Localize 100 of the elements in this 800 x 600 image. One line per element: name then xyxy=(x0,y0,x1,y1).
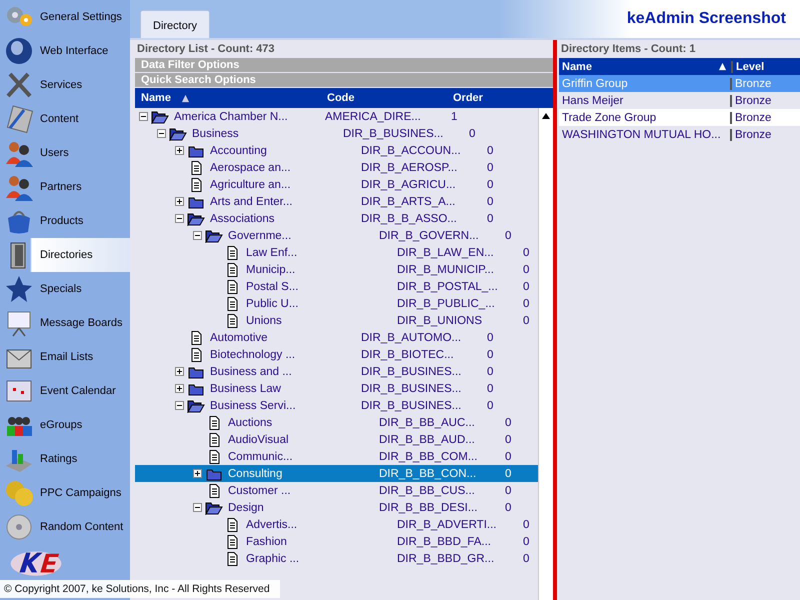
sidebar-item[interactable]: Event Calendar xyxy=(0,374,130,408)
table-cell-text: Bronze xyxy=(734,94,772,106)
open-folder-icon xyxy=(205,228,223,242)
collapse-icon[interactable] xyxy=(175,401,184,410)
tree-item-name: Customer ... xyxy=(227,484,291,496)
tree-item-name: Law Enf... xyxy=(245,246,298,258)
tree-row[interactable]: Auctions DIR_B_BB_AUC... 0 xyxy=(135,414,538,431)
tree-row[interactable]: America Chamber N... AMERICA_DIRE... 1 xyxy=(135,108,538,125)
tree-row[interactable]: Accounting DIR_B_ACCOUN... 0 xyxy=(135,142,538,159)
table-cell-text: 0 xyxy=(522,264,530,276)
sidebar-item[interactable]: Specials xyxy=(0,272,130,306)
expand-icon[interactable] xyxy=(175,367,184,376)
expand-icon[interactable] xyxy=(193,469,202,478)
sidebar-item[interactable]: Partners xyxy=(0,170,130,204)
table-cell-text: DIR_B_BBD_FA... xyxy=(396,536,492,548)
tree-item-name: AudioVisual xyxy=(227,434,289,446)
sidebar-item[interactable]: Content xyxy=(0,102,130,136)
sidebar-item[interactable]: eGroups xyxy=(0,408,130,442)
expand-icon[interactable] xyxy=(175,384,184,393)
sidebar-item[interactable]: Message Boards xyxy=(0,306,130,340)
tree-item-name: Accounting xyxy=(209,144,267,156)
column-header[interactable]: Code xyxy=(321,92,447,104)
table-cell-text: 0 xyxy=(486,212,494,224)
tree-row[interactable]: Advertis... DIR_B_ADVERTI... 0 xyxy=(135,516,538,533)
table-cell-text: 0 xyxy=(486,144,494,156)
scroll-up-icon[interactable] xyxy=(541,112,551,120)
table-cell-text: 0 xyxy=(522,298,530,310)
tree-row[interactable]: Public U... DIR_B_PUBLIC_... 0 xyxy=(135,295,538,312)
tree-item-name: Design xyxy=(227,502,264,514)
tree-row[interactable]: Graphic ... DIR_B_BBD_GR... 0 xyxy=(135,550,538,567)
collapse-icon[interactable] xyxy=(139,112,148,121)
tree-row[interactable]: Municip... DIR_B_MUNICIP... 0 xyxy=(135,261,538,278)
sidebar-item[interactable]: Web Interface xyxy=(0,34,130,68)
table-cell-text: AMERICA_DIRE... xyxy=(324,110,422,122)
sidebar-item[interactable]: Ratings xyxy=(0,442,130,476)
tree-row[interactable]: Customer ... DIR_B_BB_CUS... 0 xyxy=(135,482,538,499)
collapse-icon[interactable] xyxy=(175,214,184,223)
open-folder-icon xyxy=(205,500,223,514)
tree-row[interactable]: Aerospace an... DIR_B_AEROSP... 0 xyxy=(135,159,538,176)
sort-icon[interactable] xyxy=(718,62,727,71)
tree-row[interactable]: Associations DIR_B_B_ASSO... 0 xyxy=(135,210,538,227)
tree-item-name: Business xyxy=(191,128,239,140)
table-cell-text: Bronze xyxy=(734,128,772,140)
sidebar-item[interactable]: PPC Campaigns xyxy=(0,476,130,510)
table-cell-text: 0 xyxy=(504,434,512,446)
sidebar-item[interactable]: Users xyxy=(0,136,130,170)
tree-row[interactable]: Postal S... DIR_B_POSTAL_... 0 xyxy=(135,278,538,295)
table-cell-text: DIR_B_BBD_GR... xyxy=(396,552,496,564)
tree-row[interactable]: AudioVisual DIR_B_BB_AUD... 0 xyxy=(135,431,538,448)
tools-icon xyxy=(4,70,34,100)
tree-row[interactable]: Automotive DIR_B_AUTOMO... 0 xyxy=(135,329,538,346)
star-icon xyxy=(4,274,34,304)
collapse-icon[interactable] xyxy=(193,231,202,240)
table-cell-text: DIR_B_AEROSP... xyxy=(360,162,458,174)
collapse-icon[interactable] xyxy=(157,129,166,138)
table-cell-text: 0 xyxy=(468,128,476,140)
tree-row[interactable]: Consulting DIR_B_BB_CON... 0 xyxy=(135,465,538,482)
open-folder-icon xyxy=(151,110,169,124)
table-cell-text: 0 xyxy=(522,552,530,564)
open-folder-icon xyxy=(169,126,187,140)
tab[interactable]: Directory xyxy=(140,10,210,38)
table-cell-text: 0 xyxy=(522,280,530,292)
column-header[interactable]: Name xyxy=(141,92,171,104)
table-cell-text: DIR_B_PUBLIC_... xyxy=(396,298,496,310)
expand-icon[interactable] xyxy=(175,197,184,206)
column-header[interactable]: Order xyxy=(447,92,513,104)
sidebar-item[interactable]: General Settings xyxy=(0,0,130,34)
tree-row[interactable]: Governme... DIR_B_GOVERN... 0 xyxy=(135,227,538,244)
tree-row[interactable]: Law Enf... DIR_B_LAW_EN... 0 xyxy=(135,244,538,261)
scrollbar[interactable] xyxy=(538,108,553,600)
sidebar-item[interactable]: Products xyxy=(0,204,130,238)
tree-row[interactable]: Fashion DIR_B_BBD_FA... 0 xyxy=(135,533,538,550)
tree-row[interactable]: Agriculture an... DIR_B_AGRICU... 0 xyxy=(135,176,538,193)
sidebar-item[interactable]: Email Lists xyxy=(0,340,130,374)
sidebar-item[interactable]: Random Content xyxy=(0,510,130,544)
collapse-icon[interactable] xyxy=(193,503,202,512)
tree-row[interactable]: Business and ... DIR_B_BUSINES... 0 xyxy=(135,363,538,380)
open-folder-icon xyxy=(187,398,205,412)
folder-icon xyxy=(187,382,205,396)
table-cell: WASHINGTON MUTUAL HO... xyxy=(559,128,732,140)
tree-item-name: Unions xyxy=(245,314,282,326)
sidebar-item[interactable]: Services xyxy=(0,68,130,102)
column-header[interactable]: Name xyxy=(562,60,592,72)
tree-row[interactable]: Business DIR_B_BUSINES... 0 xyxy=(135,125,538,142)
table-cell-text: 0 xyxy=(486,366,494,378)
tree-row[interactable]: Communic... DIR_B_BB_COM... 0 xyxy=(135,448,538,465)
expand-icon[interactable] xyxy=(175,146,184,155)
tree-row[interactable]: Business Servi... DIR_B_BUSINES... 0 xyxy=(135,397,538,414)
tree-row[interactable]: Unions DIR_B_UNIONS 0 xyxy=(135,312,538,329)
sort-icon[interactable] xyxy=(180,94,190,102)
table-row[interactable]: Trade Zone Group Bronze xyxy=(559,109,800,126)
column-header[interactable]: Level xyxy=(733,60,800,72)
tree-row[interactable]: Arts and Enter... DIR_B_ARTS_A... 0 xyxy=(135,193,538,210)
tree-item-name: Biotechnology ... xyxy=(209,348,296,360)
tree-row[interactable]: Biotechnology ... DIR_B_BIOTEC... 0 xyxy=(135,346,538,363)
table-cell: Griffin Group xyxy=(559,78,732,90)
tree-row[interactable]: Business Law DIR_B_BUSINES... 0 xyxy=(135,380,538,397)
tree-item-name: Business Law xyxy=(209,382,281,394)
tree-row[interactable]: Design DIR_B_BB_DESI... 0 xyxy=(135,499,538,516)
table-cell-text: DIR_B_BUSINES... xyxy=(342,128,444,140)
